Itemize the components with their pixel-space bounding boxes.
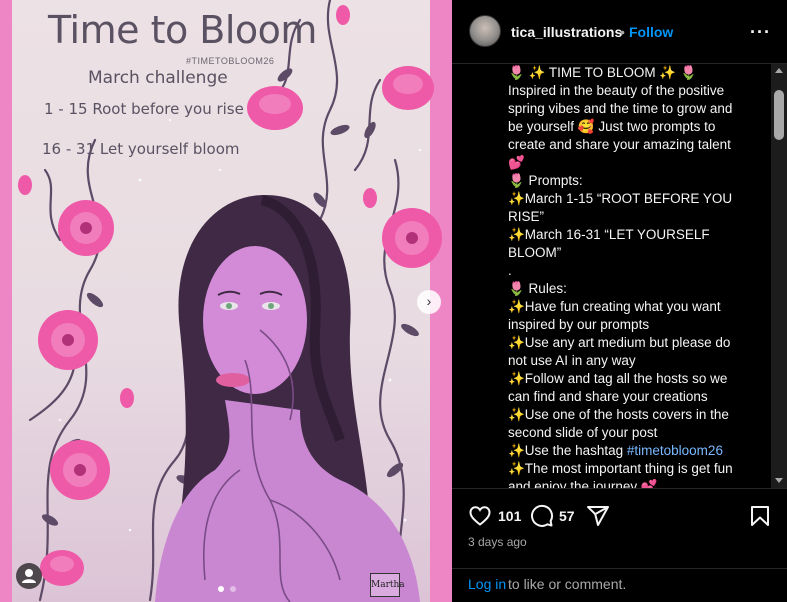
- post-header: tica_illustrations • Follow ···: [452, 0, 787, 64]
- poster-prompt-2: 16 - 31 Let yourself bloom: [42, 140, 240, 158]
- post-details-panel: tica_illustrations • Follow ··· 🌷 ✨ TIME…: [452, 0, 787, 602]
- more-horizontal-icon[interactable]: ···: [750, 22, 771, 43]
- person-icon[interactable]: [16, 563, 42, 589]
- login-link[interactable]: Log in: [468, 576, 506, 592]
- login-prompt: Log in to like or comment.: [452, 568, 787, 602]
- poster-title: Time to Bloom: [48, 8, 317, 52]
- caption-line: 🌷 ✨ TIME TO BLOOM ✨ 🌷: [508, 65, 697, 80]
- caption-line: RISE”: [508, 209, 545, 224]
- caption-line: ✨Have fun creating what you want: [508, 299, 721, 314]
- caption-text: 🌷 ✨ TIME TO BLOOM ✨ 🌷 Inspired in the bea…: [508, 64, 772, 488]
- post-image[interactable]: Time to Bloom #TIMETOBLOOM26 March chall…: [0, 0, 452, 602]
- caption-line: inspired by our prompts: [508, 317, 650, 332]
- caption-line: ✨Use any art medium but please do: [508, 335, 731, 350]
- hashtag-link[interactable]: #timetobloom26: [627, 443, 723, 458]
- caption-line: not use AI in any way: [508, 353, 636, 368]
- header-separator: •: [620, 24, 625, 40]
- caption-hashtag-prefix: ✨Use the hashtag: [508, 443, 627, 458]
- poster-hashtag: #TIMETOBLOOM26: [186, 56, 275, 66]
- caption-line: ✨Follow and tag all the hosts so we: [508, 371, 728, 386]
- carousel-dots: [217, 579, 237, 597]
- heart-icon[interactable]: [468, 504, 492, 528]
- caption-line: ✨Use the hashtag #timetobloom26: [508, 442, 772, 460]
- caption-line: can find and share your creations: [508, 389, 708, 404]
- comment-count[interactable]: 57: [559, 508, 575, 524]
- caption-line: .: [508, 263, 512, 278]
- caption-line: ✨March 1-15 “ROOT BEFORE YOU: [508, 191, 733, 206]
- caption-line: 💕: [508, 155, 525, 170]
- artwork-illustration: [18, 0, 442, 602]
- username-link[interactable]: tica_illustrations: [511, 24, 622, 40]
- caption-line: ✨Use one of the hosts covers in the: [508, 407, 729, 422]
- poster-prompt-1: 1 - 15 Root before you rise: [44, 100, 244, 118]
- artist-signature: Martha: [370, 573, 405, 597]
- carousel-dot-active: [218, 586, 224, 592]
- poster-subtitle: March challenge: [88, 68, 228, 88]
- post-timestamp[interactable]: 3 days ago: [468, 535, 527, 549]
- scrollbar-thumb[interactable]: [774, 90, 784, 140]
- login-prompt-text: to like or comment.: [508, 576, 627, 592]
- bookmark-icon[interactable]: [748, 504, 772, 528]
- caption-line: 🌷 Prompts:: [508, 173, 583, 188]
- send-icon[interactable]: [586, 504, 610, 528]
- chevron-right-icon[interactable]: ›: [417, 290, 441, 314]
- caption-line: and enjoy the journey 💕: [508, 479, 658, 488]
- caption-line: create and share your amazing talent: [508, 137, 731, 152]
- comment-icon[interactable]: [530, 504, 554, 528]
- caption-line: BLOOM”: [508, 245, 562, 260]
- caption-line: ✨March 16-31 “LET YOURSELF: [508, 227, 710, 242]
- caption-line: be yourself 🥰 Just two prompts to: [508, 119, 716, 134]
- caption-scrollbar[interactable]: [771, 64, 787, 488]
- caption-area[interactable]: 🌷 ✨ TIME TO BLOOM ✨ 🌷 Inspired in the bea…: [452, 64, 787, 488]
- like-count[interactable]: 101: [498, 508, 521, 524]
- carousel-dot: [230, 586, 237, 592]
- caption-line: second slide of your post: [508, 425, 658, 440]
- follow-button[interactable]: Follow: [629, 24, 673, 40]
- caption-line: Inspired in the beauty of the positive: [508, 83, 725, 98]
- scroll-up-arrow-icon[interactable]: [775, 68, 783, 73]
- caption-line: ✨The most important thing is get fun: [508, 461, 733, 476]
- caption-line: spring vibes and the time to grow and: [508, 101, 733, 116]
- caption-line: 🌷 Rules:: [508, 281, 567, 296]
- scroll-down-arrow-icon[interactable]: [775, 478, 783, 483]
- avatar[interactable]: [469, 15, 501, 47]
